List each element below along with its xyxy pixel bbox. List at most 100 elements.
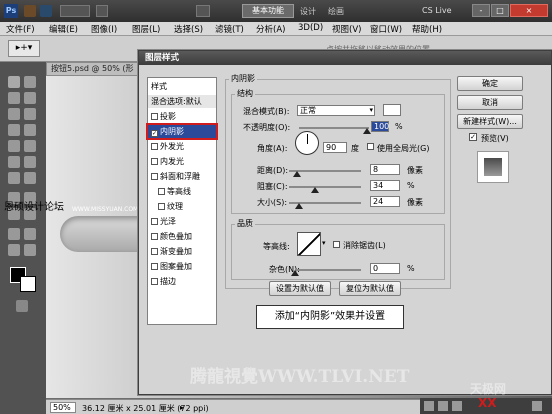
use-global-light-checkbox[interactable] bbox=[367, 143, 374, 150]
style-item-contour[interactable]: 等高线 bbox=[148, 185, 216, 198]
style-item-outer-glow[interactable]: 外发光 bbox=[148, 140, 216, 153]
blending-options-item[interactable]: 混合选项:默认 bbox=[148, 95, 216, 108]
workspace-tab-painting[interactable]: 绘画 bbox=[328, 6, 344, 17]
blur-tool-icon[interactable] bbox=[8, 172, 20, 184]
zoom-level-dropdown[interactable] bbox=[60, 5, 90, 17]
hand-tool-icon[interactable] bbox=[96, 5, 108, 17]
bridge-icon[interactable] bbox=[24, 5, 36, 17]
style-item-inner-glow[interactable]: 内发光 bbox=[148, 155, 216, 168]
distance-slider-thumb[interactable] bbox=[293, 171, 301, 177]
healing-brush-tool-icon[interactable] bbox=[8, 124, 20, 136]
style-item-bevel-emboss[interactable]: 斜面和浮雕 bbox=[148, 170, 216, 183]
angle-dial[interactable] bbox=[295, 131, 319, 155]
blend-mode-select[interactable]: 正常 ▾ bbox=[297, 105, 375, 116]
style-item-texture[interactable]: 纹理 bbox=[148, 200, 216, 213]
eyedropper-tool-icon[interactable] bbox=[24, 108, 36, 120]
color-overlay-checkbox[interactable] bbox=[151, 233, 158, 240]
arrange-documents-icon[interactable] bbox=[196, 5, 210, 17]
new-style-button[interactable]: 新建样式(W)... bbox=[457, 114, 523, 129]
angle-field[interactable]: 90 bbox=[323, 142, 347, 153]
magic-wand-tool-icon[interactable] bbox=[24, 92, 36, 104]
inner-glow-checkbox[interactable] bbox=[151, 158, 158, 165]
menu-analysis[interactable]: 分析(A) bbox=[256, 23, 285, 35]
maximize-button[interactable]: □ bbox=[491, 4, 509, 17]
style-item-gradient-overlay[interactable]: 渐变叠加 bbox=[148, 245, 216, 258]
menu-3d[interactable]: 3D(D) bbox=[298, 23, 323, 33]
history-brush-tool-icon[interactable] bbox=[24, 140, 36, 152]
stroke-checkbox[interactable] bbox=[151, 278, 158, 285]
style-item-inner-shadow[interactable]: ✓ 内阴影 bbox=[146, 123, 218, 140]
add-mask-icon[interactable] bbox=[452, 401, 462, 411]
preview-checkbox[interactable]: ✓ bbox=[469, 133, 477, 141]
anti-alias-checkbox[interactable] bbox=[333, 241, 340, 248]
zoom-field[interactable]: 50% bbox=[50, 402, 76, 413]
choke-slider[interactable] bbox=[289, 186, 361, 188]
contour-dropdown-icon[interactable]: ▾ bbox=[322, 239, 326, 247]
outer-glow-checkbox[interactable] bbox=[151, 143, 158, 150]
menu-layer[interactable]: 图层(L) bbox=[132, 23, 160, 35]
ok-button[interactable]: 确定 bbox=[457, 76, 523, 91]
menu-select[interactable]: 选择(S) bbox=[174, 23, 203, 35]
status-arrow-icon[interactable]: ▸ bbox=[180, 403, 184, 412]
workspace-essentials-button[interactable]: 基本功能 bbox=[242, 4, 294, 18]
satin-checkbox[interactable] bbox=[151, 218, 158, 225]
contour-checkbox[interactable] bbox=[158, 188, 165, 195]
menu-window[interactable]: 窗口(W) bbox=[370, 23, 402, 35]
stamp-tool-icon[interactable] bbox=[8, 140, 20, 152]
distance-field[interactable]: 8 bbox=[370, 164, 400, 175]
opacity-slider[interactable] bbox=[299, 127, 369, 129]
add-layer-style-icon[interactable] bbox=[438, 401, 448, 411]
menu-filter[interactable]: 滤镜(T) bbox=[215, 23, 244, 35]
zoom-tool-icon[interactable] bbox=[24, 244, 36, 256]
3d-orbit-tool-icon[interactable] bbox=[24, 228, 36, 240]
close-button[interactable]: × bbox=[510, 4, 548, 17]
link-layers-icon[interactable] bbox=[424, 401, 434, 411]
delete-layer-icon[interactable] bbox=[532, 401, 542, 411]
choke-slider-thumb[interactable] bbox=[311, 187, 319, 193]
menu-help[interactable]: 帮助(H) bbox=[412, 23, 442, 35]
choke-field[interactable]: 34 bbox=[370, 180, 400, 191]
menu-image[interactable]: 图像(I) bbox=[91, 23, 117, 35]
mini-bridge-icon[interactable] bbox=[40, 5, 52, 17]
cs-live-button[interactable]: CS Live bbox=[422, 6, 452, 15]
menu-edit[interactable]: 编辑(E) bbox=[49, 23, 78, 35]
drop-shadow-checkbox[interactable] bbox=[151, 113, 158, 120]
texture-checkbox[interactable] bbox=[158, 203, 165, 210]
contour-preview[interactable] bbox=[297, 232, 321, 256]
style-item-drop-shadow[interactable]: 投影 bbox=[148, 110, 216, 123]
noise-field[interactable]: 0 bbox=[370, 263, 400, 274]
background-color-swatch[interactable] bbox=[20, 276, 36, 292]
shadow-color-swatch[interactable] bbox=[383, 104, 401, 116]
3d-rotate-tool-icon[interactable] bbox=[8, 228, 20, 240]
eraser-tool-icon[interactable] bbox=[8, 156, 20, 168]
hand-tool-icon[interactable] bbox=[8, 244, 20, 256]
pattern-overlay-checkbox[interactable] bbox=[151, 263, 158, 270]
inner-shadow-checkbox[interactable]: ✓ bbox=[151, 130, 158, 137]
menu-view[interactable]: 视图(V) bbox=[332, 23, 361, 35]
noise-slider-thumb[interactable] bbox=[291, 270, 299, 276]
styles-header[interactable]: 样式 bbox=[148, 80, 216, 93]
style-item-satin[interactable]: 光泽 bbox=[148, 215, 216, 228]
size-slider-thumb[interactable] bbox=[295, 203, 303, 209]
reset-default-button[interactable]: 复位为默认值 bbox=[339, 281, 401, 296]
style-item-color-overlay[interactable]: 颜色叠加 bbox=[148, 230, 216, 243]
lasso-tool-icon[interactable] bbox=[8, 92, 20, 104]
noise-slider[interactable] bbox=[295, 269, 361, 271]
minimize-button[interactable]: - bbox=[472, 4, 490, 17]
gradient-tool-icon[interactable] bbox=[24, 156, 36, 168]
menu-file[interactable]: 文件(F) bbox=[6, 23, 35, 35]
make-default-button[interactable]: 设置为默认值 bbox=[269, 281, 331, 296]
crop-tool-icon[interactable] bbox=[8, 108, 20, 120]
quick-mask-icon[interactable] bbox=[16, 300, 28, 312]
cancel-button[interactable]: 取消 bbox=[457, 95, 523, 110]
marquee-tool-icon[interactable] bbox=[24, 76, 36, 88]
opacity-field[interactable]: 100 bbox=[371, 121, 389, 132]
dodge-tool-icon[interactable] bbox=[24, 172, 36, 184]
gradient-overlay-checkbox[interactable] bbox=[151, 248, 158, 255]
move-tool-preset-picker[interactable]: ▸+▾ bbox=[8, 40, 40, 57]
size-field[interactable]: 24 bbox=[370, 196, 400, 207]
style-item-stroke[interactable]: 描边 bbox=[148, 275, 216, 288]
bevel-emboss-checkbox[interactable] bbox=[151, 173, 158, 180]
style-item-pattern-overlay[interactable]: 图案叠加 bbox=[148, 260, 216, 273]
workspace-tab-design[interactable]: 设计 bbox=[300, 6, 316, 17]
